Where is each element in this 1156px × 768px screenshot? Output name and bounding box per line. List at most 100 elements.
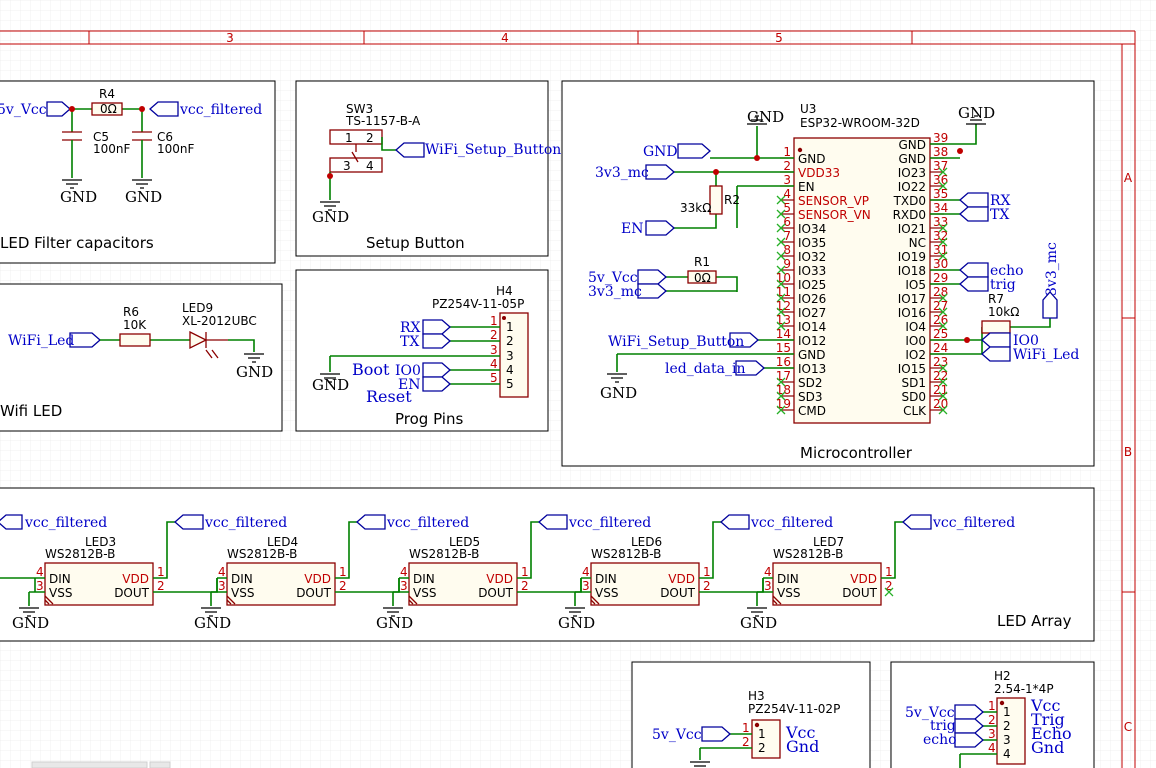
block-title-mcu: Microcontroller xyxy=(800,444,913,462)
gnd-label: GND xyxy=(312,208,349,226)
net-vcc-filtered-text: vcc_filtered xyxy=(750,515,833,531)
resistor-r2[interactable] xyxy=(709,185,723,215)
pin-dout: DOUT xyxy=(842,586,877,600)
u3-pin-name: GND xyxy=(898,152,926,166)
h4-pin-label: 2 xyxy=(506,334,514,348)
h4-pin-label: 3 xyxy=(506,349,514,363)
gnd-label: GND xyxy=(236,363,273,381)
u3-pin-name: IO13 xyxy=(798,362,826,376)
pin-din: DIN xyxy=(413,572,435,586)
sw3-pin-4: 4 xyxy=(366,159,374,173)
pin-num: 4 xyxy=(582,565,590,579)
r4-ref: R4 xyxy=(99,87,115,101)
gnd-label: GND xyxy=(558,614,595,632)
resistor-r6[interactable] xyxy=(119,333,151,347)
u3-pin-name: GND xyxy=(798,152,826,166)
u3-pin-name: IO5 xyxy=(905,278,926,292)
pin-num: 3 xyxy=(36,579,44,593)
u3-pin-num: 27 xyxy=(933,299,948,313)
pin-num: 3 xyxy=(764,579,772,593)
reset-label: Reset xyxy=(366,387,412,406)
u3-pin-num: 22 xyxy=(933,369,948,383)
u3-pin-name: IO27 xyxy=(798,306,826,320)
u3-pin-name: CMD xyxy=(798,404,826,418)
h4-pin-num: 3 xyxy=(490,343,498,357)
block-setup-button[interactable]: SW3 TS-1157-B-A 1 2 3 4 WiFi_Setup_Butto… xyxy=(295,80,561,257)
net-vcc-filtered-text: vcc_filtered xyxy=(386,515,469,531)
u3-pin-name: SD1 xyxy=(902,376,927,390)
gnd-label: GND xyxy=(958,104,995,122)
u3-pin-num: 7 xyxy=(783,229,791,243)
u3-pin-name: EN xyxy=(798,180,815,194)
block-prog-pins[interactable]: H4 PZ254V-11-05P RX TX IO0 EN 1 2 3 4 5 … xyxy=(295,269,549,432)
h2-pin-num: 2 xyxy=(988,713,996,727)
pin-vdd: VDD xyxy=(850,572,877,586)
block-h3[interactable]: H3 PZ254V-11-02P 5v_Vcc 1 2 1 2 Vcc Gnd xyxy=(631,661,871,768)
u3-pin-name: IO2 xyxy=(905,348,926,362)
h4-pin-label: 1 xyxy=(506,320,514,334)
resistor-r7[interactable] xyxy=(981,320,1011,334)
u3-pin-num: 21 xyxy=(933,383,948,397)
sw3-value: TS-1157-B-A xyxy=(345,114,421,128)
h4-ref: H4 xyxy=(496,284,513,298)
gnd-label: GND xyxy=(747,108,784,126)
led-value: WS2812B-B xyxy=(773,547,843,561)
h2-ref: H2 xyxy=(994,669,1011,683)
u3-pin-num: 31 xyxy=(933,243,948,257)
net-label-vcc-filtered[interactable] xyxy=(0,514,23,530)
net-wifi-led-text: WiFi_Led xyxy=(8,333,74,349)
u3-pin-name: CLK xyxy=(903,404,927,418)
scrollbar-corner[interactable] xyxy=(149,761,171,768)
u3-pin-num: 5 xyxy=(783,201,791,215)
u3-pin-name: TXD0 xyxy=(893,194,926,208)
pin-vdd: VDD xyxy=(486,572,513,586)
h2-pin-label: 3 xyxy=(1003,733,1011,747)
u3-pin-num: 28 xyxy=(933,285,948,299)
h3-pin-label: 1 xyxy=(758,727,766,741)
pin-num: 4 xyxy=(36,565,44,579)
pin-num: 2 xyxy=(885,579,893,593)
u3-pin-name: SENSOR_VN xyxy=(798,208,871,222)
h4-pin-label: 4 xyxy=(506,363,514,377)
r2-value: 33kΩ xyxy=(680,201,711,215)
pin-num: 4 xyxy=(764,565,772,579)
u3-pin-name: SENSOR_VP xyxy=(798,194,869,208)
schematic-canvas[interactable]: 3 4 5 A B C 5v_Vcc R4 0Ω vcc_filtered C5… xyxy=(0,0,1156,768)
horizontal-scrollbar[interactable] xyxy=(31,761,148,768)
junction xyxy=(69,106,75,112)
u3-pin-num: 1 xyxy=(783,145,791,159)
net-label-gnd[interactable] xyxy=(677,143,711,159)
u3-pin-name: IO12 xyxy=(798,334,826,348)
pin-num: 1 xyxy=(339,565,347,579)
u3-pin-num: 37 xyxy=(933,159,948,173)
gnd-label: GND xyxy=(12,614,49,632)
header-h4[interactable] xyxy=(499,312,529,398)
pin-din: DIN xyxy=(595,572,617,586)
u3-pin-name: IO22 xyxy=(898,180,926,194)
boot-label: Boot xyxy=(352,360,390,379)
pin-dout: DOUT xyxy=(114,586,149,600)
pin-num: 2 xyxy=(157,579,165,593)
header-h2[interactable] xyxy=(996,697,1026,765)
h2-pin-label: 1 xyxy=(1003,705,1011,719)
led-value: WS2812B-B xyxy=(409,547,479,561)
gnd-label: GND xyxy=(194,614,231,632)
h4-net-tx: TX xyxy=(400,334,419,350)
block-h2[interactable]: H2 2.54-1*4P 5v_Vcc trig echo 1 2 3 4 1 … xyxy=(890,661,1095,768)
block-title-prog: Prog Pins xyxy=(395,410,463,428)
frame-row-c: C xyxy=(1124,720,1132,734)
u3-net-en: EN xyxy=(621,221,643,237)
h4-pin-num: 5 xyxy=(490,371,498,385)
block-led-filter[interactable]: 5v_Vcc R4 0Ω vcc_filtered C5 100nF C6 10… xyxy=(0,80,276,264)
u3-pin-num: 12 xyxy=(776,299,791,313)
u3-net-tx: TX xyxy=(990,207,1009,223)
block-microcontroller[interactable]: U3 ESP32-WROOM-32D 1 GND 2 VDD33 3 EN 4 SENSOR_… xyxy=(561,80,1095,467)
pin-vss: VSS xyxy=(49,586,72,600)
u3-net-setup: WiFi_Setup_Button xyxy=(608,334,744,350)
u3-pin-name: IO4 xyxy=(905,320,926,334)
u3-pin-num: 23 xyxy=(933,355,948,369)
block-wifi-led[interactable]: WiFi_Led R6 10K LED9 XL-2012UBC GND Wifi… xyxy=(0,283,283,432)
block-title-wifi-led: Wifi LED xyxy=(0,402,62,420)
block-led-array[interactable]: LED3WS2812B-BDINVSSVDDDOUT4312GNDvcc_fil… xyxy=(0,487,1095,642)
frame-col-4: 4 xyxy=(501,31,509,45)
